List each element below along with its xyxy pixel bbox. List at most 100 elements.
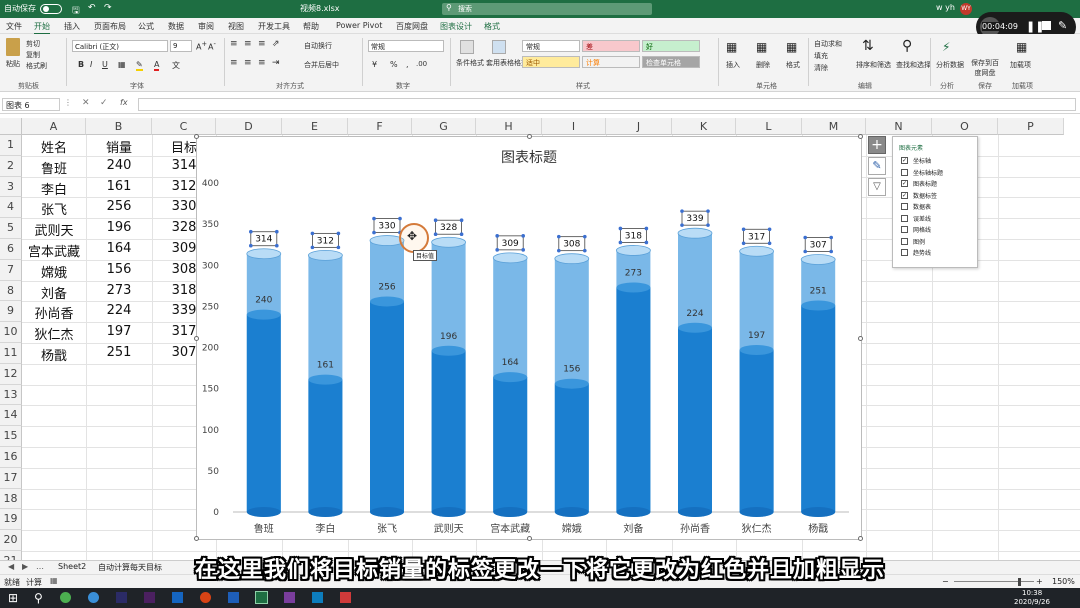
checkbox[interactable] (901, 214, 908, 222)
resize-handle[interactable] (858, 336, 863, 341)
save-icon[interactable]: 🖫 (72, 3, 80, 19)
powerpoint-icon[interactable] (200, 592, 211, 603)
format-button[interactable]: 格式 (786, 60, 800, 70)
find-select-button[interactable]: 查找和选择 (896, 60, 931, 70)
table-cell[interactable]: 狄仁杰 (22, 324, 86, 343)
word-icon[interactable] (228, 592, 239, 603)
app-icon[interactable] (340, 592, 351, 603)
paste-icon[interactable] (6, 38, 20, 56)
tab-chart-design[interactable]: 图表设计 (440, 21, 472, 32)
autosum-button[interactable]: 自动求和 (814, 39, 842, 49)
table-cell[interactable]: 156 (86, 262, 152, 277)
column-header[interactable]: B (86, 118, 152, 135)
font-size-select[interactable]: 9 (170, 40, 192, 52)
clear-button[interactable]: 清除 (814, 63, 828, 73)
checkbox[interactable] (901, 168, 908, 176)
app-icon[interactable] (284, 592, 295, 603)
tab-power-pivot[interactable]: Power Pivot (336, 21, 382, 30)
row-header[interactable]: 4 (0, 197, 22, 219)
table-cell[interactable]: 197 (86, 324, 152, 339)
conditional-format-button[interactable]: 条件格式 (456, 58, 484, 68)
checkbox[interactable] (901, 237, 908, 245)
chart-styles-brush-icon[interactable]: ✎ (868, 157, 886, 175)
target-bar-cap[interactable] (431, 236, 467, 248)
resize-handle[interactable] (527, 134, 532, 139)
tab-home[interactable]: 开始 (34, 21, 50, 35)
row-header[interactable]: 5 (0, 218, 22, 239)
column-header[interactable]: M (802, 118, 866, 135)
row-header[interactable]: 6 (0, 239, 22, 260)
tab-review[interactable]: 审阅 (198, 21, 214, 32)
save-baidu-button[interactable]: 保存到百度网盘 (970, 58, 1000, 78)
chart-elements-button[interactable]: + (868, 136, 886, 154)
resize-handle[interactable] (527, 536, 532, 541)
actual-bar[interactable] (616, 287, 651, 512)
checkbox[interactable]: ✓ (901, 191, 908, 199)
chart-canvas[interactable]: 图表标题 0 50 100 150 200 250 300 350 400 240 314 161 3… (197, 137, 861, 539)
name-box[interactable]: 图表 6 (2, 98, 60, 111)
actual-bar[interactable] (801, 305, 836, 512)
checkbox[interactable] (901, 203, 908, 210)
column-header[interactable]: G (412, 118, 476, 135)
tab-page-layout[interactable]: 页面布局 (94, 21, 126, 32)
column-header[interactable]: D (216, 118, 282, 135)
avatar[interactable]: WY (960, 3, 972, 15)
formula-input[interactable] (138, 98, 1076, 111)
tab-view[interactable]: 视图 (228, 21, 244, 32)
excel-icon[interactable] (255, 591, 268, 604)
pen-icon[interactable]: ✎ (1058, 19, 1067, 32)
align-bottom-icon[interactable]: ≡ (258, 39, 266, 49)
table-cell[interactable]: 鲁班 (22, 158, 86, 177)
enter-icon[interactable]: ✓ (100, 98, 108, 108)
table-cell[interactable]: 李白 (22, 179, 86, 198)
row-header[interactable]: 2 (0, 155, 22, 177)
table-cell[interactable]: 嫦娥 (22, 262, 86, 281)
tab-help[interactable]: 帮助 (303, 21, 319, 32)
column-header[interactable]: P (998, 118, 1064, 135)
row-header[interactable]: 18 (0, 488, 22, 510)
actual-bar[interactable] (493, 377, 528, 512)
row-header[interactable]: 16 (0, 447, 22, 468)
resize-handle[interactable] (194, 336, 199, 341)
fx-icon[interactable]: fx (120, 98, 128, 107)
italic-icon[interactable]: I (90, 60, 92, 69)
shrink-font-icon[interactable]: A- (208, 40, 216, 52)
align-center-icon[interactable]: ≡ (244, 58, 252, 68)
column-header[interactable]: O (932, 118, 998, 135)
row-header[interactable]: 11 (0, 343, 22, 364)
select-all-corner[interactable] (0, 118, 22, 135)
column-header[interactable]: L (736, 118, 802, 135)
analyze-button[interactable]: 分析数据 (936, 60, 964, 70)
table-cell[interactable]: 256 (86, 199, 152, 214)
style-check[interactable]: 检查单元格 (642, 56, 700, 68)
align-left-icon[interactable]: ≡ (230, 58, 238, 68)
autosave-toggle[interactable] (40, 4, 62, 14)
tab-data[interactable]: 数据 (168, 21, 184, 32)
table-cell[interactable]: 武则天 (22, 220, 86, 239)
actual-bar[interactable] (739, 349, 774, 512)
column-header[interactable]: A (22, 118, 86, 135)
table-cell[interactable]: 273 (86, 283, 152, 298)
increase-decimal-icon[interactable]: .00 (416, 60, 427, 68)
indent-icon[interactable]: ⇥ (272, 58, 280, 68)
premiere-icon[interactable] (144, 592, 155, 603)
row-header[interactable]: 19 (0, 509, 22, 531)
redo-icon[interactable]: ↷ (104, 3, 112, 13)
style-bad[interactable]: 差 (582, 40, 640, 52)
column-header[interactable]: H (476, 118, 542, 135)
table-cell[interactable]: 251 (86, 345, 152, 360)
tab-format[interactable]: 格式 (484, 21, 500, 32)
row-header[interactable]: 17 (0, 467, 22, 489)
target-bar-cap[interactable] (554, 253, 590, 265)
underline-icon[interactable]: U (102, 60, 108, 69)
photoshop-icon[interactable] (116, 592, 127, 603)
row-header[interactable]: 1 (0, 135, 22, 156)
target-bar-cap[interactable] (307, 249, 343, 261)
checkbox[interactable]: ✓ (901, 157, 908, 164)
table-cell[interactable]: 宫本武藏 (22, 241, 86, 260)
table-cell[interactable]: 224 (86, 303, 152, 318)
row-header[interactable]: 7 (0, 259, 22, 281)
chrome-icon[interactable] (60, 592, 71, 603)
tab-insert[interactable]: 插入 (64, 21, 80, 32)
merge-center-button[interactable]: 合并后居中 (304, 60, 339, 70)
